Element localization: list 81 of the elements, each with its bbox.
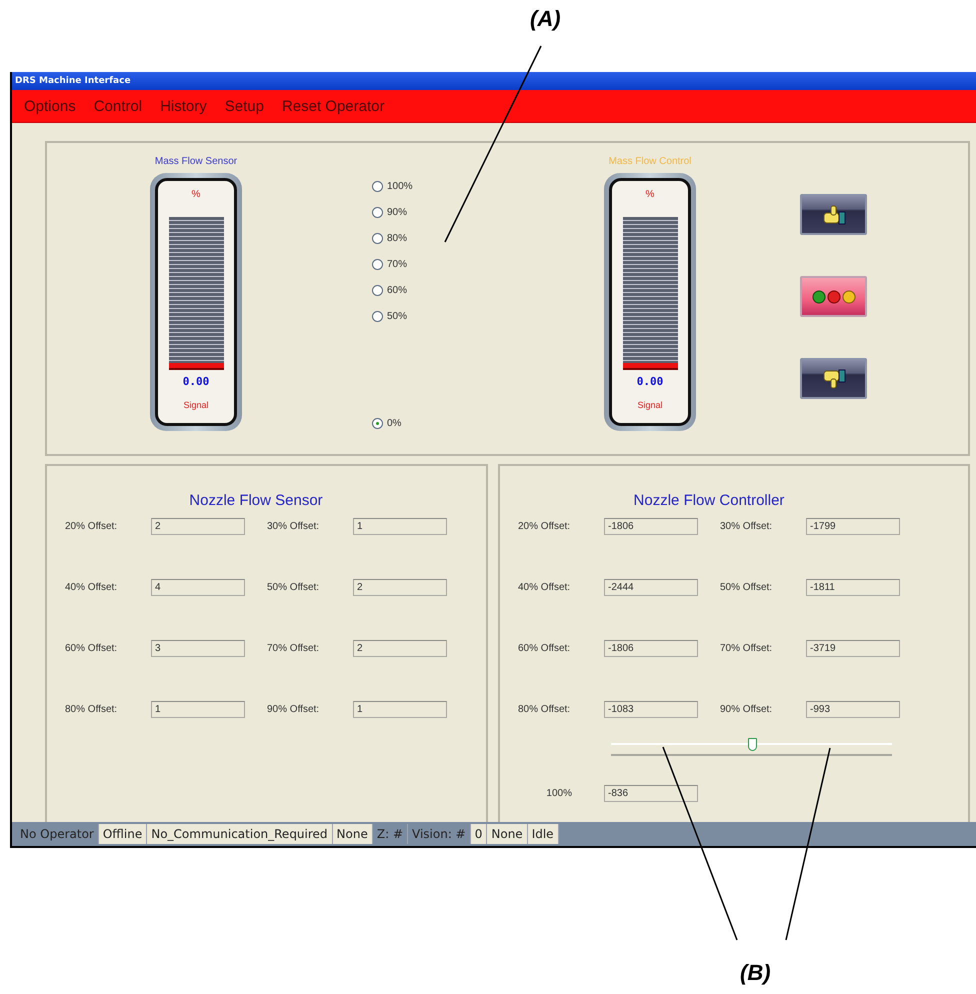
field-label: 80% Offset:: [518, 704, 572, 715]
field-label: 50% Offset:: [720, 582, 774, 593]
radio-option[interactable]: 80%: [372, 231, 432, 245]
field-label: 60% Offset:: [518, 643, 572, 654]
gauge-caption: Signal: [183, 400, 209, 410]
menu-item[interactable]: Reset Operator: [282, 98, 384, 114]
radio-icon[interactable]: [372, 180, 383, 192]
field-label: 20% Offset:: [65, 521, 118, 532]
input-field[interactable]: -2444: [604, 579, 698, 596]
input-field[interactable]: -1806: [604, 518, 698, 535]
field-label: 50% Offset:: [267, 582, 320, 593]
status-segment: Idle: [528, 824, 559, 844]
input-field[interactable]: 2: [353, 579, 447, 596]
input-field[interactable]: 4: [151, 579, 245, 596]
field-label: 40% Offset:: [65, 582, 118, 593]
radio-icon[interactable]: [372, 258, 383, 270]
radio-option[interactable]: 50%: [372, 309, 432, 323]
status-segment: No_Communication_Required: [147, 824, 333, 844]
gauge-unit: %: [646, 189, 654, 202]
panel-title: Nozzle Flow Controller: [632, 492, 786, 510]
input-field[interactable]: -836: [604, 785, 698, 802]
field-label: 30% Offset:: [267, 521, 320, 532]
thumbs-up-icon: [820, 204, 846, 224]
thumbs-down-icon: [820, 368, 846, 388]
input-field[interactable]: 1: [353, 518, 447, 535]
indicator-lights-icon: [812, 290, 856, 304]
radio-option[interactable]: 60%: [372, 283, 432, 297]
input-field[interactable]: 2: [151, 518, 245, 535]
radio-icon[interactable]: [372, 284, 383, 296]
field-label: 90% Offset:: [267, 704, 320, 715]
input-field[interactable]: -1811: [806, 579, 900, 596]
input-field[interactable]: 3: [151, 640, 245, 657]
status-segment: 0: [470, 824, 488, 844]
radio-icon[interactable]: [372, 232, 383, 244]
input-field[interactable]: 1: [151, 701, 245, 718]
thumbs-down-button[interactable]: [800, 358, 867, 399]
radio-icon[interactable]: [372, 418, 383, 428]
field-label: 30% Offset:: [720, 521, 774, 532]
input-field[interactable]: -1083: [604, 701, 698, 718]
indicator-lights-button[interactable]: [800, 276, 867, 317]
menu-item[interactable]: Options: [24, 98, 76, 114]
input-field[interactable]: -1806: [604, 640, 698, 657]
radio-option[interactable]: 100%: [372, 179, 432, 193]
panel-title: Nozzle Flow Sensor: [188, 492, 324, 510]
input-field[interactable]: -3719: [806, 640, 900, 657]
gauge-unit: %: [192, 189, 200, 202]
radio-option[interactable]: 90%: [372, 205, 432, 219]
status-segment: None: [332, 824, 373, 844]
radio-icon[interactable]: [372, 206, 383, 218]
field-label: 80% Offset:: [65, 704, 118, 715]
input-field[interactable]: 1: [353, 701, 447, 718]
input-field[interactable]: -993: [806, 701, 900, 718]
field-label: 70% Offset:: [720, 643, 774, 654]
gauge-title: Mass Flow Control: [608, 155, 692, 169]
menu-item[interactable]: History: [160, 98, 207, 114]
field-label: 70% Offset:: [267, 643, 320, 654]
gauge-value: 0.00: [636, 375, 664, 388]
field-label: 20% Offset:: [518, 521, 572, 532]
menu-item[interactable]: Control: [94, 98, 142, 114]
radio-icon[interactable]: [372, 310, 383, 322]
input-field[interactable]: 2: [353, 640, 447, 657]
status-segment: None: [487, 824, 528, 844]
gauge-value: 0.00: [182, 375, 210, 388]
input-field[interactable]: -1799: [806, 518, 900, 535]
field-label: 90% Offset:: [720, 704, 774, 715]
gauge-title: Mass Flow Sensor: [154, 155, 238, 169]
field-label: 40% Offset:: [518, 582, 572, 593]
menu-item[interactable]: Setup: [224, 98, 264, 114]
slider[interactable]: [611, 738, 892, 758]
annotation-label: (B): [740, 960, 771, 986]
gauge-caption: Signal: [637, 400, 663, 410]
slider-thumb[interactable]: [748, 738, 756, 751]
window-title: DRS Machine Interface: [15, 76, 131, 86]
radio-option[interactable]: 70%: [372, 257, 432, 271]
radio-option[interactable]: 0%: [372, 416, 432, 430]
field-label: 60% Offset:: [65, 643, 118, 654]
status-segment: Z: #: [372, 824, 408, 844]
annotation-label: (A): [530, 6, 561, 32]
status-segment: Offline: [98, 824, 148, 844]
thumbs-up-button[interactable]: [800, 194, 867, 235]
field-label: 100%: [545, 788, 573, 799]
